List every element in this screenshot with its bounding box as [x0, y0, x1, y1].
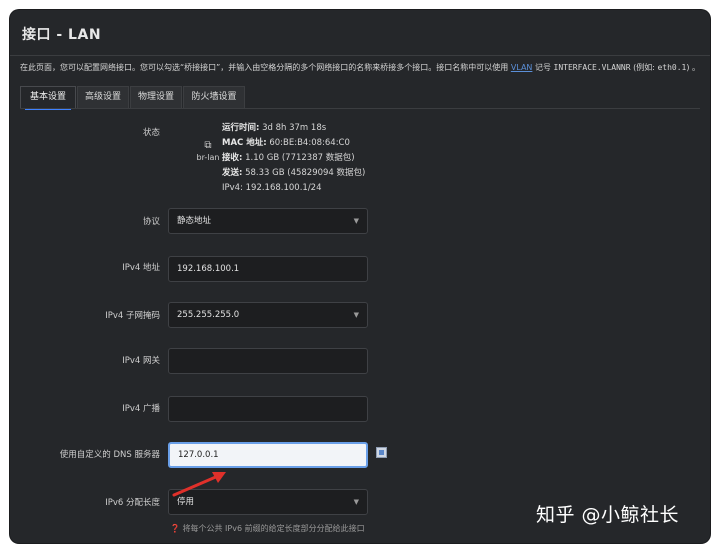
tab-physical-settings[interactable]: 物理设置 [130, 86, 182, 108]
watermark: 知乎 @小鲸社长 [536, 504, 680, 526]
protocol-select[interactable]: 静态地址 ▼ [168, 208, 368, 234]
add-entry-icon[interactable] [376, 447, 387, 458]
gateway-input[interactable] [168, 348, 368, 374]
rx-row: 接收: 1.10 GB (7712387 数据包) [222, 153, 355, 163]
interface-status-badge: ⧉ br-lan [196, 140, 220, 162]
broadcast-label: IPv4 广播 [122, 404, 160, 414]
interface-status-details: 运行时间: 3d 8h 37m 18s MAC 地址: 60:BE:B4:08:… [222, 121, 365, 196]
protocol-label: 协议 [142, 217, 160, 227]
ipv4-address-label: IPv4 地址 [122, 263, 160, 273]
chevron-down-icon: ▼ [353, 217, 359, 225]
annotation-arrow [172, 472, 226, 497]
tx-row: 发送: 58.33 GB (45829094 数据包) [222, 168, 366, 178]
ipv4-row: IPv4: 192.168.100.1/24 [222, 183, 322, 193]
mac-row: MAC 地址: 60:BE:B4:08:64:C0 [222, 138, 350, 148]
status-label: 状态 [142, 128, 160, 138]
dns-server-input[interactable]: 127.0.0.1 [168, 442, 368, 468]
tab-advanced-settings[interactable]: 高级设置 [77, 86, 129, 108]
page-title: 接口 - LAN [22, 27, 102, 43]
dns-label: 使用自定义的 DNS 服务器 [59, 450, 160, 460]
ipv6-length-hint: ❓ 将每个公共 IPv6 前缀的给定长度部分分配给此接口 [170, 524, 365, 533]
broadcast-input[interactable] [168, 396, 368, 422]
uptime-row: 运行时间: 3d 8h 37m 18s [222, 123, 327, 133]
tab-basic-settings[interactable]: 基本设置 [20, 86, 76, 110]
netmask-label: IPv4 子网掩码 [105, 311, 160, 321]
page-description: 在此页面，您可以配置网络接口。您可以勾选“桥接接口”，并输入由空格分隔的多个网络… [20, 63, 701, 72]
chevron-down-icon: ▼ [353, 311, 359, 319]
tabs-divider [20, 108, 700, 109]
ipv4-address-input[interactable]: 192.168.100.1 [168, 256, 368, 282]
tab-firewall-settings[interactable]: 防火墙设置 [183, 86, 245, 108]
gateway-label: IPv4 网关 [122, 356, 160, 366]
network-adapter-icon: ⧉ [204, 140, 212, 151]
ipv6-length-label: IPv6 分配长度 [105, 498, 160, 508]
interface-name: br-lan [196, 153, 220, 162]
interface-config-window: 接口 - LAN 在此页面，您可以配置网络接口。您可以勾选“桥接接口”，并输入由… [10, 10, 710, 543]
netmask-select[interactable]: 255.255.255.0 ▼ [168, 302, 368, 328]
title-divider [10, 55, 710, 56]
vlan-link[interactable]: VLAN [511, 63, 533, 72]
chevron-down-icon: ▼ [353, 498, 359, 506]
